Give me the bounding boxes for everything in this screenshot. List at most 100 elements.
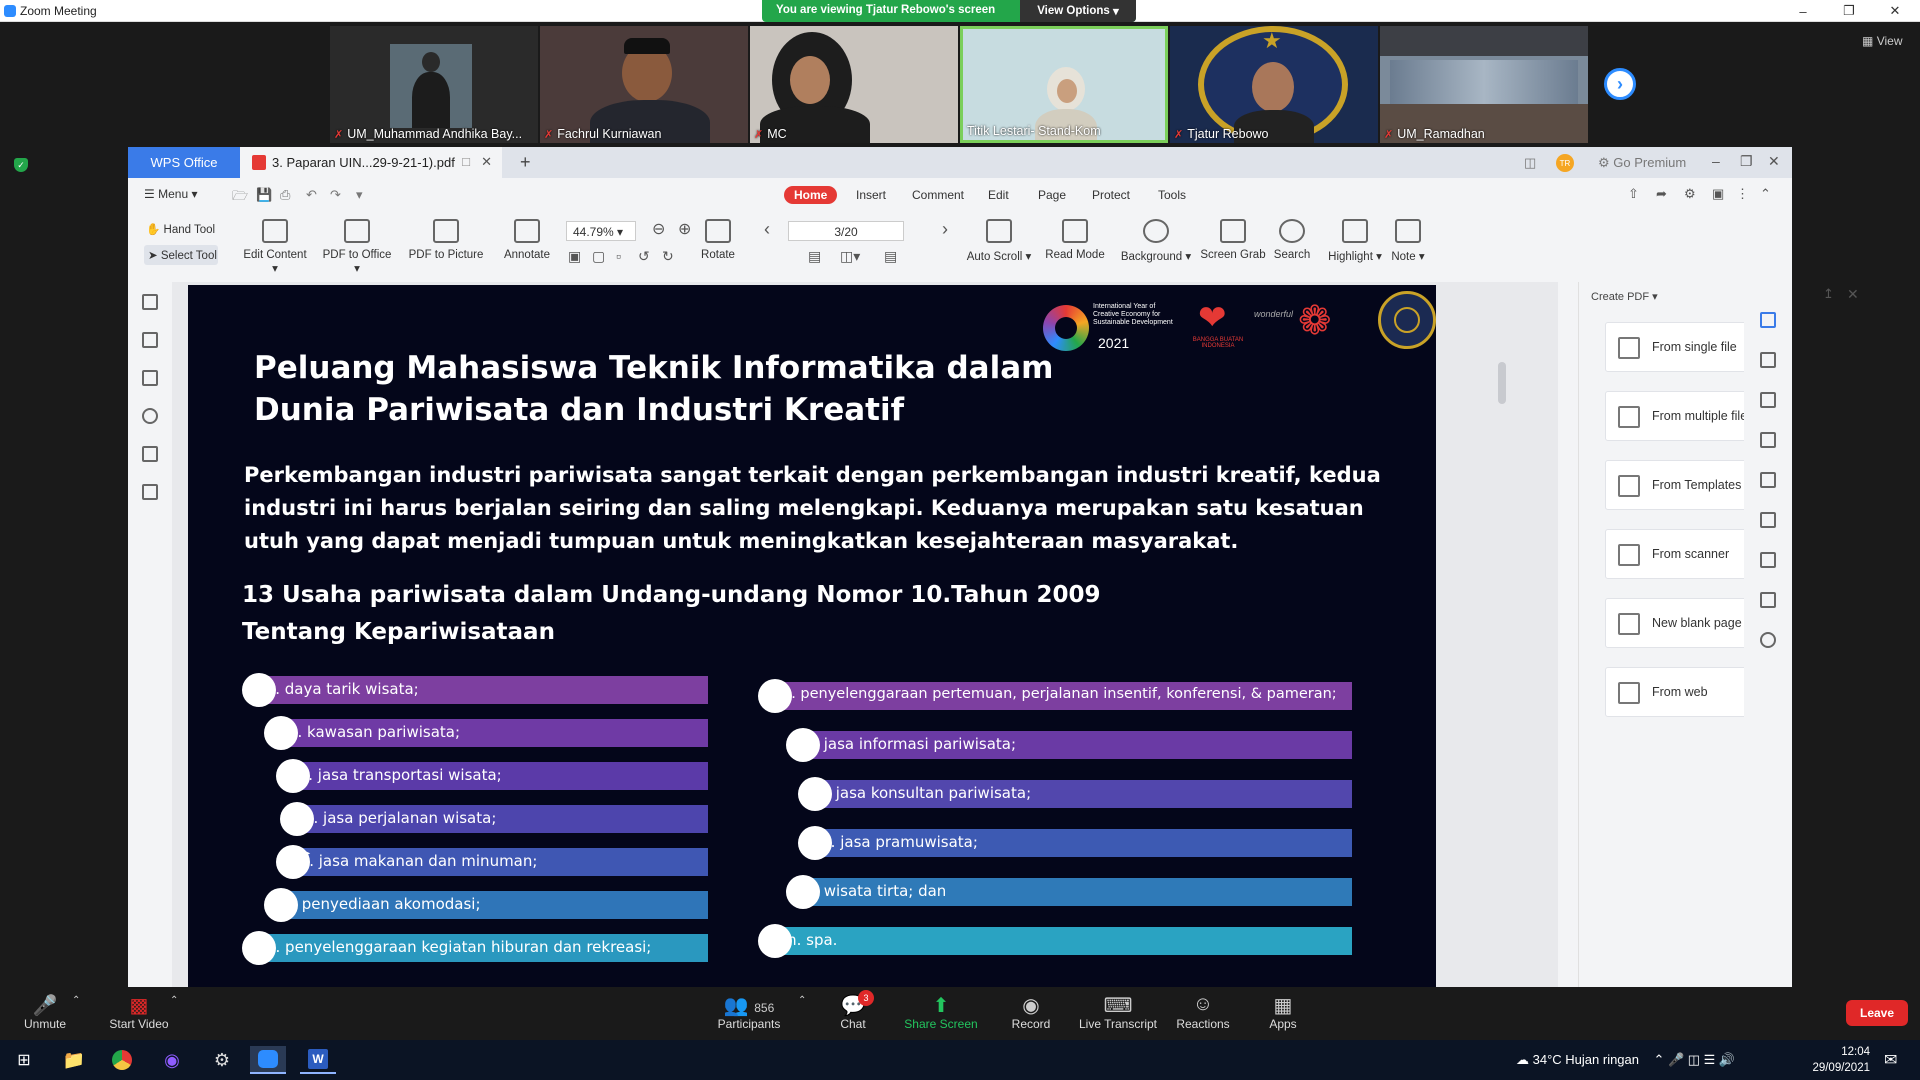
tab-page[interactable]: Page [1028,186,1076,204]
rotate-right-icon[interactable]: ↻ [662,248,674,265]
customize-icon[interactable]: ▾ [356,187,363,203]
tab-protect[interactable]: Protect [1082,186,1140,204]
search-button[interactable]: Search [1264,219,1320,261]
window-icon[interactable]: □ [462,154,470,169]
form-icon[interactable] [1760,432,1776,448]
system-tray[interactable]: ☁ 34°C Hujan ringan ⌃ 🎤 ◫ ☰ 🔊 [1516,1052,1735,1068]
record-button[interactable]: ◉ Record [986,993,1076,1031]
open-folder-icon[interactable]: 🗁 [232,187,248,209]
zoom-level-select[interactable]: 44.79% ▾ [566,221,636,241]
restore-icon[interactable]: ❐ [1740,153,1753,170]
continuous-icon[interactable]: ▤ [884,248,897,265]
restore-icon[interactable]: ❐ [1826,0,1872,22]
tab-home[interactable]: Home [784,186,838,204]
share-icon[interactable]: ⇧ [1628,186,1639,202]
rotate-button[interactable]: Rotate [690,219,746,261]
audio-options-icon[interactable]: ⌃ [72,995,80,1006]
bookmark-icon[interactable] [142,294,158,310]
tab-tools[interactable]: Tools [1148,186,1196,204]
participant-tile[interactable]: ✗ UM_Ramadhan [1380,26,1588,143]
share-screen-button[interactable]: ⬆ Share Screen [896,993,986,1031]
document-tab[interactable]: 3. Paparan UIN...29-9-21-1).pdf □ ✕ [240,147,502,178]
avatar[interactable]: TR [1556,154,1574,172]
wps-office-tab[interactable]: WPS Office [128,147,240,178]
participant-tile[interactable]: ✗ Fachrul Kurniawan [540,26,748,143]
export-icon[interactable]: ➦ [1656,186,1667,202]
read-mode-button[interactable]: Read Mode [1040,219,1110,261]
chat-button[interactable]: 💬 Chat [808,993,898,1031]
tab-insert[interactable]: Insert [846,186,896,204]
pin-icon[interactable]: ↥ [1823,286,1834,302]
screen-grab-button[interactable]: Screen Grab [1198,219,1268,261]
attachment-icon[interactable] [142,408,158,424]
single-page-icon[interactable]: ▤ [808,248,821,265]
chrome-icon[interactable] [104,1046,140,1074]
create-pdf-dropdown[interactable]: Create PDF ▾ [1591,290,1658,303]
taskbar-clock[interactable]: 12:04 29/09/2021 [1812,1044,1870,1076]
go-premium-button[interactable]: ⚙ Go Premium [1598,155,1686,171]
file-explorer-icon[interactable]: 📁 [56,1046,92,1074]
windows-start-icon[interactable]: ⊞ [6,1046,42,1074]
two-page-icon[interactable]: ◫▾ [840,248,860,265]
participant-tile-active-speaker[interactable]: Titik Lestari- Stand-Kom [960,26,1168,143]
undo-icon[interactable]: ↶ [306,187,317,203]
auto-scroll-button[interactable]: Auto Scroll ▾ [964,219,1034,263]
participant-tile[interactable]: ✗ MC [750,26,958,143]
pdf-to-picture-button[interactable]: PDF to Picture [408,219,484,261]
tab-edit[interactable]: Edit [978,186,1019,204]
search-doc-icon[interactable] [142,484,158,500]
tab-comment[interactable]: Comment [902,186,974,204]
view-options-button[interactable]: View Options ▾ [1020,0,1136,22]
new-tab-button[interactable]: + [520,152,531,173]
reactions-button[interactable]: ☺ Reactions [1158,993,1248,1031]
comment-icon[interactable]: ▣ [1712,186,1724,202]
actual-size-icon[interactable]: ▣ [568,248,581,265]
redo-icon[interactable]: ↷ [330,187,341,203]
annotate-button[interactable]: Annotate [492,219,562,261]
scrollbar-thumb[interactable] [1498,362,1506,404]
previous-page-icon[interactable]: ‹ [764,219,770,240]
thumbnail-icon[interactable] [142,332,158,348]
settings-icon[interactable]: ⚙ [1684,186,1696,202]
select-tool-button[interactable]: ➤ Select Tool [144,245,218,265]
convert-icon[interactable] [1760,392,1776,408]
close-icon[interactable]: ✕ [1768,153,1780,170]
view-button[interactable]: ▦ View [1862,34,1902,48]
minimize-icon[interactable]: – [1712,153,1720,169]
hand-tool-button[interactable]: ✋ Hand Tool [146,222,215,236]
signature-icon[interactable] [142,446,158,462]
close-panel-icon[interactable]: ✕ [1847,286,1859,303]
fit-page-icon[interactable]: ▢ [592,248,605,265]
minimize-icon[interactable]: – [1780,0,1826,22]
zoom-search-icon[interactable] [1760,632,1776,648]
participants-button[interactable]: 👥 856 Participants [704,993,794,1031]
video-options-icon[interactable]: ⌃ [170,995,178,1006]
messenger-icon[interactable]: ◉ [154,1046,190,1074]
fit-width-icon[interactable]: ▫ [616,248,621,264]
more-icon[interactable]: ⋮ [1736,186,1749,202]
pdf-to-office-button[interactable]: PDF to Office ▾ [322,219,392,275]
save-icon[interactable]: 💾 [256,187,272,203]
edit-pdf-icon[interactable] [1760,352,1776,368]
zoom-out-icon[interactable]: ⊖ [652,219,665,239]
layout-icon[interactable]: ◫ [1524,155,1536,171]
create-pdf-icon[interactable] [1760,312,1776,328]
document-view[interactable]: International Year of Creative Economy f… [172,282,1558,987]
compress-icon[interactable] [1760,592,1776,608]
edit-content-button[interactable]: Edit Content ▾ [240,219,310,275]
compare-icon[interactable] [1760,512,1776,528]
close-tab-icon[interactable]: ✕ [481,154,492,170]
next-participants-button[interactable]: › [1604,68,1636,100]
notifications-icon[interactable]: ✉ [1884,1050,1897,1070]
sign-icon[interactable] [1760,472,1776,488]
comment-icon[interactable] [142,370,158,386]
settings-icon[interactable]: ⚙ [204,1046,240,1074]
security-shield-icon[interactable]: ✓ [14,158,28,172]
background-button[interactable]: Background ▾ [1116,219,1196,263]
menu-button[interactable]: ☰ Menu ▾ [144,187,198,201]
apps-button[interactable]: ▦ Apps [1238,993,1328,1031]
participant-tile[interactable]: ✗ UM_Muhammad Andhika Bay... [330,26,538,143]
participants-options-icon[interactable]: ⌃ [798,995,806,1006]
rotate-left-icon[interactable]: ↺ [638,248,650,265]
zoom-taskbar-icon[interactable] [250,1046,286,1074]
